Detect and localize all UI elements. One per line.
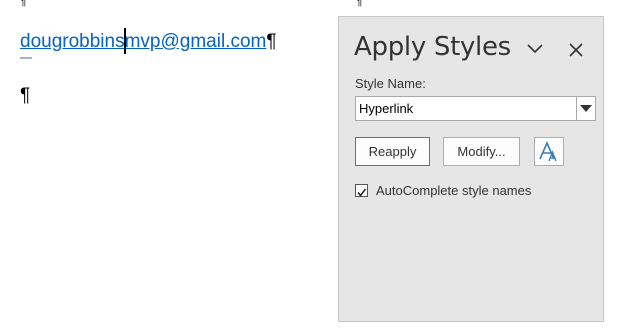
email-hyperlink[interactable]: dougrobbinsmvp@gmail.com [20, 31, 266, 52]
pilcrow-mark: ¶ [20, 0, 27, 8]
pilcrow-mark: ¶ [266, 31, 277, 52]
top-paragraph-marks: ¶ ¶ [20, 0, 362, 8]
apply-styles-pane: Apply Styles Style Name: Reapply Modify.… [338, 16, 604, 322]
close-icon[interactable] [567, 41, 585, 59]
modify-button[interactable]: Modify... [443, 137, 520, 166]
autocomplete-checkbox[interactable] [355, 184, 368, 197]
text-cursor [124, 28, 126, 54]
autocorrect-indicator[interactable] [20, 53, 32, 59]
dropdown-arrow-icon[interactable] [576, 97, 595, 120]
chevron-down-icon[interactable] [525, 41, 545, 57]
style-name-combobox[interactable] [355, 96, 596, 121]
document-area[interactable]: ¶ ¶ dougrobbinsmvp@gmail.com¶ ¶ [0, 0, 362, 334]
email-paragraph: dougrobbinsmvp@gmail.com¶ [20, 30, 277, 54]
autocomplete-label: AutoComplete style names [376, 183, 532, 198]
empty-paragraph: ¶ [20, 84, 30, 108]
reapply-button[interactable]: Reapply [355, 137, 430, 166]
pilcrow-mark: ¶ [356, 0, 363, 8]
style-name-input[interactable] [356, 97, 579, 120]
checkmark-icon [357, 188, 367, 197]
styles-pane-button[interactable] [534, 137, 564, 166]
styles-pane-icon [539, 140, 557, 161]
pilcrow-mark: ¶ [20, 85, 31, 106]
style-name-label: Style Name: [355, 76, 426, 91]
pane-title: Apply Styles [354, 32, 511, 62]
